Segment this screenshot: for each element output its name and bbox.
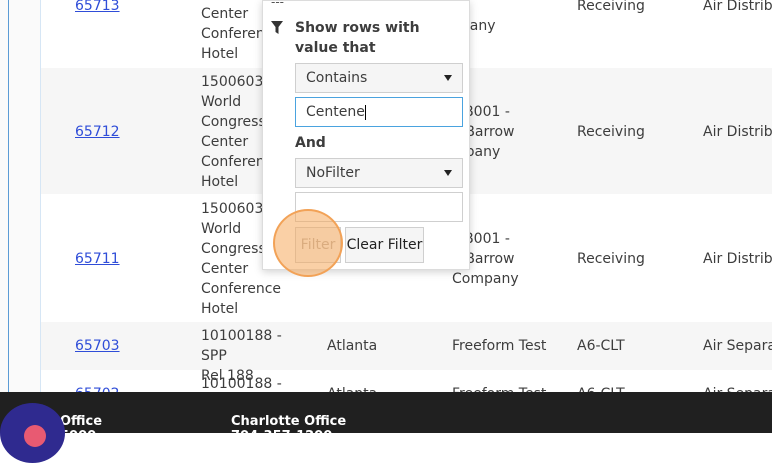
- table-row: 65703 10100188 - SPP Rel 188 Atlanta Fre…: [41, 322, 772, 384]
- description-cell: npany: [452, 18, 496, 34]
- order-id-link[interactable]: 65703: [75, 338, 120, 354]
- type-cell: Air Separat: [703, 338, 772, 354]
- filter-operator-2-select[interactable]: NoFilter: [295, 158, 463, 188]
- chat-avatar-button[interactable]: [0, 403, 65, 463]
- filter-operator-2-value: NoFilter: [306, 165, 360, 181]
- filter-funnel-icon: [271, 21, 283, 34]
- type-cell: Air Distribu: [703, 251, 772, 267]
- status-cell: Receiving: [577, 0, 645, 14]
- column-filter-popup: --- Show rows with value that Contains C…: [262, 0, 470, 270]
- filter-button[interactable]: Filter: [295, 227, 341, 263]
- popup-dash: ---: [271, 0, 284, 9]
- status-cell: Receiving: [577, 251, 645, 267]
- city-cell: Atlanta: [327, 384, 437, 392]
- filter-value-1-text: Centene: [306, 104, 365, 120]
- order-id-link[interactable]: 65713: [75, 0, 120, 14]
- caret-down-icon: [444, 170, 452, 176]
- table-row: 65702 10100188 - SPP Rel 188 Atlanta Fre…: [41, 370, 772, 392]
- project-cell: 10100188 - SPP Rel 188: [201, 376, 282, 392]
- filter-value-1-input[interactable]: Centene: [295, 97, 463, 127]
- type-cell: Air Distribu: [703, 124, 772, 140]
- filter-value-2-input[interactable]: [295, 192, 463, 222]
- text-cursor: [364, 104, 366, 120]
- description-cell: MB001 - n Barrow Company: [452, 231, 519, 287]
- description-cell: MB001 - n Barrow mpany: [452, 104, 515, 160]
- type-cell: Air Distribu: [703, 0, 772, 14]
- filter-operator-1-value: Contains: [306, 70, 368, 86]
- status-cell: A6-CLT: [577, 338, 625, 354]
- filter-operator-1-select[interactable]: Contains: [295, 63, 463, 93]
- footer-phone-left: 5000: [60, 429, 96, 433]
- avatar-dot-icon: [24, 425, 46, 447]
- filter-logic-label: And: [295, 135, 326, 151]
- clear-filter-button[interactable]: Clear Filter: [345, 227, 424, 263]
- order-id-link[interactable]: 65711: [75, 251, 120, 267]
- type-cell: Air Separat: [703, 384, 772, 392]
- footer-phone-charlotte: 704-357-1200: [231, 429, 332, 433]
- status-cell: A6-CLT: [577, 384, 692, 392]
- left-gutter: [0, 0, 41, 392]
- filter-title: Show rows with value that: [295, 20, 420, 56]
- status-cell: Receiving: [577, 124, 645, 140]
- footer-office-charlotte: Charlotte Office: [231, 414, 347, 429]
- city-cell: Atlanta: [327, 338, 378, 354]
- order-id-link[interactable]: 65712: [75, 124, 120, 140]
- caret-down-icon: [444, 75, 452, 81]
- footer: Office 5000 Charlotte Office 704-357-120…: [0, 392, 772, 433]
- description-cell: Freeform Test: [452, 338, 547, 354]
- description-cell: Freeform Test: [452, 384, 572, 392]
- footer-office-left: Office: [60, 414, 103, 429]
- gutter-divider: [8, 0, 9, 392]
